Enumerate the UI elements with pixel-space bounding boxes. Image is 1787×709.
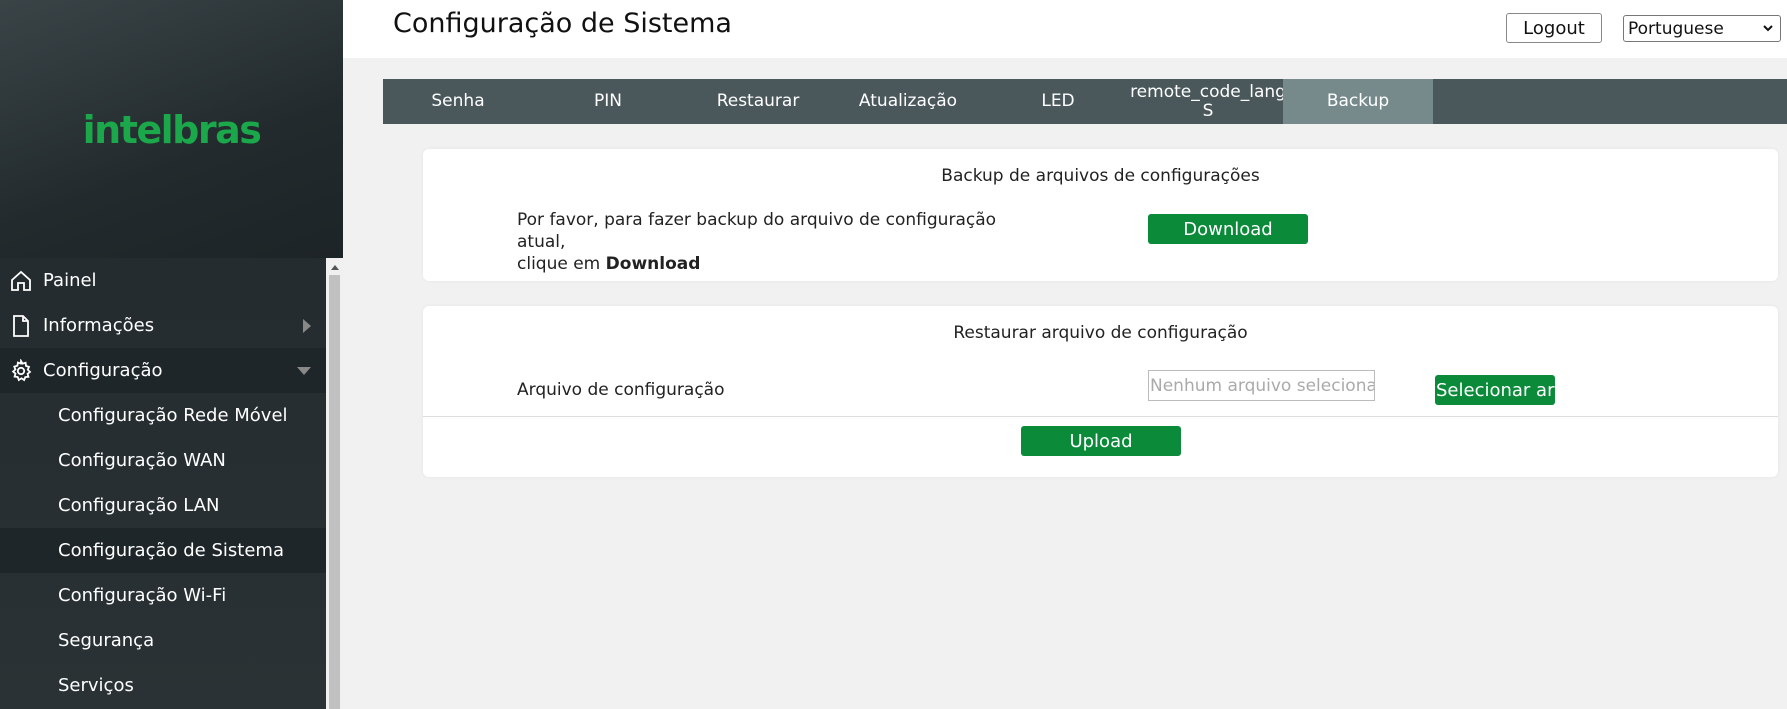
tab-atualizacao[interactable]: Atualização	[833, 79, 983, 124]
sidebar-nav: Painel Informações Configuração Configur…	[0, 258, 326, 708]
config-file-label: Arquivo de configuração	[517, 380, 725, 400]
download-button[interactable]: Download	[1148, 214, 1308, 244]
sidebar-subitem-servicos[interactable]: Serviços	[0, 663, 326, 708]
upload-button[interactable]: Upload	[1021, 426, 1181, 456]
gear-icon	[11, 358, 32, 381]
tab-restaurar[interactable]: Restaurar	[683, 79, 833, 124]
logout-button[interactable]: Logout	[1506, 13, 1602, 43]
language-select[interactable]: Portuguese	[1623, 15, 1781, 42]
chevron-down-icon	[297, 366, 311, 375]
config-file-input[interactable]: Nenhum arquivo selecionado	[1148, 370, 1375, 401]
restore-card: Restaurar arquivo de configuração Arquiv…	[423, 306, 1778, 477]
sidebar-subitem-lan[interactable]: Configuração LAN	[0, 483, 326, 528]
sidebar-item-label: Informações	[43, 315, 155, 336]
sidebar-item-label: Painel	[43, 270, 97, 291]
sidebar-subitem-sistema[interactable]: Configuração de Sistema	[0, 528, 326, 573]
sidebar-item-configuracao[interactable]: Configuração	[0, 348, 326, 393]
backup-description-line1: Por favor, para fazer backup do arquivo …	[517, 210, 997, 252]
tab-backup[interactable]: Backup	[1283, 79, 1433, 124]
sidebar-item-painel[interactable]: Painel	[0, 258, 326, 303]
tab-pin[interactable]: PIN	[533, 79, 683, 124]
sidebar: intelbras Painel Informações Configuraçã…	[0, 0, 343, 709]
sidebar-scrollbar[interactable]	[326, 258, 343, 709]
intelbras-logo: intelbras	[82, 108, 262, 152]
sidebar-subitem-wan[interactable]: Configuração WAN	[0, 438, 326, 483]
scroll-up-arrow-icon[interactable]	[326, 258, 343, 275]
home-icon	[11, 270, 31, 291]
restore-card-title: Restaurar arquivo de configuração	[953, 323, 1248, 343]
select-file-button[interactable]: Selecionar arqu	[1435, 375, 1555, 405]
sidebar-subitem-wifi[interactable]: Configuração Wi-Fi	[0, 573, 326, 618]
backup-description: Por favor, para fazer backup do arquivo …	[517, 209, 1037, 275]
document-icon	[13, 314, 29, 337]
chevron-down-icon	[1763, 25, 1773, 32]
backup-description-prefix: clique em	[517, 254, 601, 274]
logo-area: intelbras	[0, 0, 343, 258]
page-title: Configuração de Sistema	[393, 8, 732, 39]
tab-led[interactable]: LED	[983, 79, 1133, 124]
tab-bar: Senha PIN Restaurar Atualização LED remo…	[383, 79, 1787, 124]
sidebar-subitem-rede-movel[interactable]: Configuração Rede Móvel	[0, 393, 326, 438]
backup-card-title: Backup de arquivos de configurações	[941, 166, 1260, 186]
backup-card: Backup de arquivos de configurações Por …	[423, 149, 1778, 281]
sidebar-subitem-seguranca[interactable]: Segurança	[0, 618, 326, 663]
chevron-right-icon	[303, 318, 311, 333]
header: Configuração de Sistema Logout Portugues…	[343, 0, 1787, 58]
tab-senha[interactable]: Senha	[383, 79, 533, 124]
tab-remote-code-lang[interactable]: remote_code_lang S	[1130, 79, 1286, 124]
backup-description-bold: Download	[605, 254, 701, 274]
scrollbar-thumb[interactable]	[329, 275, 340, 709]
divider	[423, 416, 1778, 417]
sidebar-item-informacoes[interactable]: Informações	[0, 303, 326, 348]
sidebar-item-label: Configuração	[43, 360, 163, 381]
language-select-value: Portuguese	[1628, 18, 1724, 39]
